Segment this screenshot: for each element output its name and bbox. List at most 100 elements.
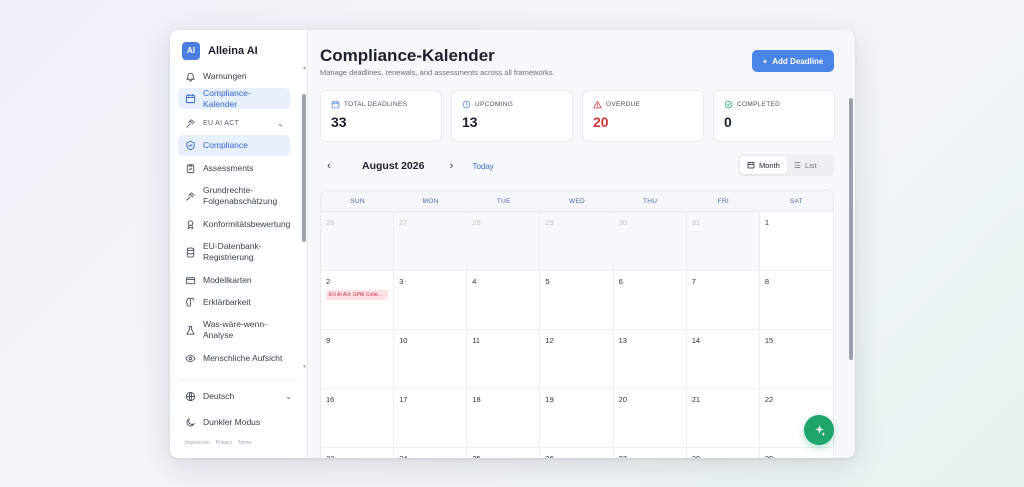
sidebar-item-grundrechte-folgenabschätzung[interactable]: Grundrechte-Folgenabschätzung — [178, 180, 290, 212]
calendar-day-cell[interactable]: 18 — [467, 389, 541, 448]
bell-icon — [184, 70, 196, 82]
calendar-day-cell[interactable]: 16 — [321, 389, 395, 448]
calendar-day-cell[interactable]: 21 — [686, 389, 760, 448]
stat-value: 20 — [593, 114, 609, 130]
sidebar-item-menschliche-aufsicht[interactable]: Menschliche Aufsicht — [178, 348, 290, 368]
sidebar-item-label: Menschliche Aufsicht — [203, 352, 283, 363]
day-number: 16 — [326, 395, 335, 404]
day-number: 27 — [399, 218, 408, 227]
footer-link-impressum[interactable]: Impressum — [185, 440, 210, 446]
sidebar-item-modellkarten[interactable]: Modellkarten — [178, 270, 290, 290]
day-number: 29 — [545, 218, 554, 227]
day-number: 12 — [545, 336, 554, 345]
today-button[interactable]: Today — [472, 162, 493, 171]
calendar-day-cell[interactable]: 3 — [394, 271, 468, 330]
main-scrollbar[interactable] — [849, 98, 853, 360]
prev-month-chevron-icon[interactable]: ‹ — [320, 160, 338, 172]
calendar-day-cell[interactable]: 24 — [394, 448, 468, 458]
footer-link-terms[interactable]: Terms — [238, 440, 252, 446]
calendar-event[interactable]: EU AI Act: GPAI Code... — [326, 290, 389, 300]
next-month-chevron-icon[interactable]: › — [442, 160, 460, 172]
sidebar-item-label: Grundrechte-Folgenabschätzung — [203, 185, 278, 206]
calendar-day-cell[interactable]: 23 — [321, 448, 395, 458]
stat-value: 0 — [724, 114, 732, 130]
add-deadline-button[interactable]: + Add Deadline — [752, 50, 834, 72]
stat-card-total-deadlines: TOTAL DEADLINES 33 — [320, 90, 442, 142]
sidebar-item-was-wäre-wenn-analyse[interactable]: Was-wäre-wenn-Analyse — [178, 314, 290, 346]
ai-assistant-button[interactable] — [804, 415, 834, 445]
calendar-day-cell[interactable]: 26 — [321, 212, 395, 271]
calendar-day-cell[interactable]: 30 — [613, 212, 687, 271]
list-view-label: List — [805, 160, 817, 170]
sidebar-item-konformitätsbewertung[interactable]: Konformitätsbewertung — [178, 214, 290, 234]
calendar-day-cell[interactable]: 5 — [540, 271, 614, 330]
day-number: 22 — [764, 395, 774, 404]
calendar-day-cell[interactable]: 12 — [540, 330, 614, 389]
sidebar-item-compliance-kalender[interactable]: Compliance-Kalender — [178, 88, 290, 109]
day-number: 6 — [618, 277, 623, 286]
sidebar-item-compliance[interactable]: Compliance — [178, 135, 290, 156]
calendar-day-cell[interactable]: 28 — [687, 448, 760, 458]
scroll-up-arrow-icon[interactable]: ▲ — [302, 65, 307, 71]
sidebar-item-erklärbarkeit[interactable]: Erklärbarkeit — [178, 292, 290, 312]
month-view-label: Month — [759, 160, 780, 170]
calendar-day-cell[interactable]: 29 — [540, 212, 614, 271]
day-number: 21 — [691, 395, 701, 404]
stat-value: 13 — [462, 114, 478, 130]
sidebar-item-assessments[interactable]: Assessments — [178, 158, 290, 178]
sidebar-item-warnungen[interactable]: Warnungen — [178, 66, 290, 86]
sidebar-item-eu-datenbank-registrierung[interactable]: EU-Datenbank-Registrierung — [178, 236, 290, 268]
calendar-day-cell[interactable]: 29 — [760, 448, 833, 458]
calendar-day-cell[interactable]: 26 — [540, 448, 614, 458]
calendar-day-cell[interactable]: 20 — [613, 389, 687, 448]
calendar-day-cell[interactable]: 4 — [467, 271, 541, 330]
flask-icon — [184, 324, 196, 336]
sidebar-scrollbar[interactable] — [302, 94, 306, 242]
day-number: 14 — [691, 336, 701, 345]
day-number: 3 — [399, 277, 404, 286]
calendar-day-cell[interactable]: 28 — [467, 212, 541, 271]
month-view-button[interactable]: Month — [740, 156, 787, 174]
calendar-day-cell[interactable]: 17 — [394, 389, 468, 448]
brand[interactable]: AI Alleina AI — [170, 30, 307, 62]
scroll-down-arrow-icon[interactable]: ▼ — [302, 364, 307, 370]
day-number: 8 — [764, 277, 770, 286]
weekday-sat: SAT — [789, 197, 803, 205]
calendar-day-cell[interactable]: 15 — [759, 330, 833, 389]
calendar-day-cell[interactable]: 1 — [759, 212, 833, 271]
calendar-icon — [331, 100, 340, 109]
dark-mode-label: Dunkler Modus — [203, 416, 261, 427]
calendar-day-cell[interactable]: 2 EU AI Act: GPAI Code... — [321, 271, 395, 330]
calendar-day-cell[interactable]: 8 — [759, 271, 833, 330]
calendar-day-cell[interactable]: 7 — [686, 271, 760, 330]
calendar-day-cell[interactable]: 6 — [613, 271, 687, 330]
award-icon — [184, 218, 196, 230]
calendar-day-cell[interactable]: 11 — [467, 330, 541, 389]
chevron-down-icon: ⌄ — [285, 391, 292, 401]
list-view-button[interactable]: ☰ List — [787, 156, 824, 174]
dark-mode-toggle[interactable]: Dunkler Modus — [178, 412, 298, 432]
calendar-day-cell[interactable]: 14 — [686, 330, 760, 389]
calendar-day-cell[interactable]: 25 — [467, 448, 541, 458]
sidebar: AI Alleina AI ▲ Warnungen Compliance-Kale… — [170, 30, 308, 458]
sidebar-item-label: Compliance — [203, 140, 248, 150]
card-icon — [184, 274, 196, 286]
sidebar-item-eu-ai-act[interactable]: EU AI ACT ⌄ — [178, 113, 290, 133]
shield-icon — [184, 140, 196, 152]
footer-link-privacy[interactable]: Privacy — [216, 440, 232, 446]
footer-links: Impressum Privacy Terms — [178, 440, 298, 446]
day-number: 28 — [692, 454, 700, 458]
calendar-day-cell[interactable]: 31 — [686, 212, 760, 271]
day-number: 17 — [399, 395, 408, 404]
calendar-day-cell[interactable]: 10 — [394, 330, 468, 389]
language-select[interactable]: Deutsch ⌄ — [178, 386, 298, 406]
day-number: 27 — [619, 454, 627, 458]
calendar-day-cell[interactable]: 19 — [540, 389, 614, 448]
calendar-day-cell[interactable]: 27 — [614, 448, 687, 458]
weekday-mon: MON — [422, 197, 439, 205]
calendar-day-cell[interactable]: 27 — [394, 212, 468, 271]
day-number: 9 — [326, 336, 331, 345]
calendar-day-cell[interactable]: 9 — [321, 330, 395, 389]
calendar-day-cell[interactable]: 13 — [613, 330, 687, 389]
weekday-tue: TUE — [496, 197, 511, 205]
